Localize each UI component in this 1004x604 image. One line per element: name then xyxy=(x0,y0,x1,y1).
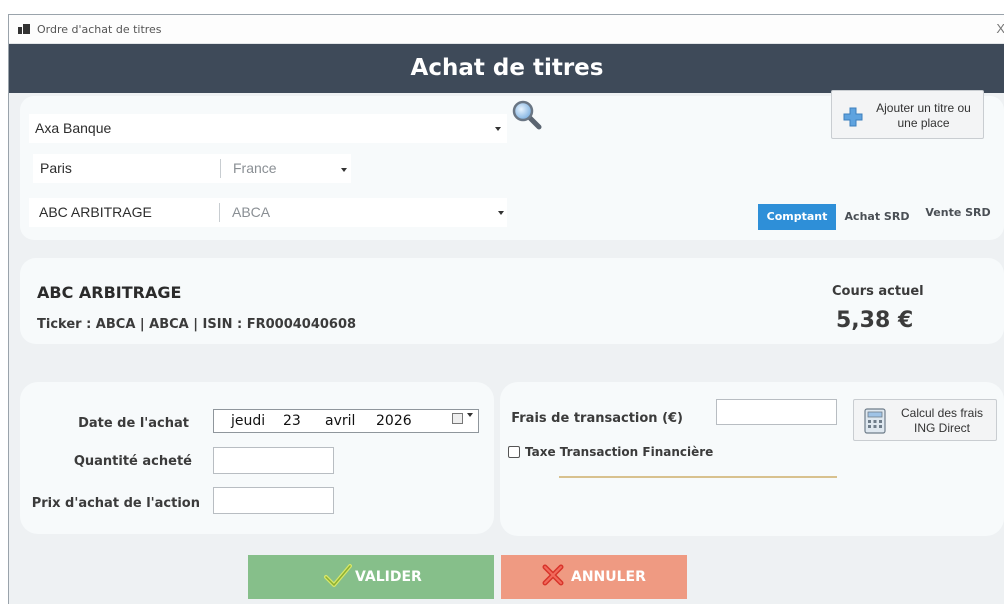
tab-achat-srd[interactable]: Achat SRD xyxy=(838,204,916,230)
plus-icon xyxy=(843,107,863,127)
current-price-label: Cours actuel xyxy=(832,284,924,299)
bank-select[interactable]: Axa Banque xyxy=(29,114,507,143)
stock-name: ABC ARBITRAGE xyxy=(37,283,182,302)
fees-input[interactable] xyxy=(716,399,837,425)
price-label: Prix d'achat de l'action xyxy=(31,496,200,511)
tax-checkbox-label: Taxe Transaction Financière xyxy=(525,445,714,459)
validate-label: VALIDER xyxy=(355,569,422,585)
calculator-icon xyxy=(864,408,886,434)
search-icon[interactable] xyxy=(512,100,542,130)
check-icon xyxy=(324,564,352,587)
tab-vente-srd[interactable]: Vente SRD xyxy=(918,200,998,226)
date-month: avril xyxy=(325,413,356,429)
window-title: Ordre d'achat de titres xyxy=(37,23,162,36)
cross-icon xyxy=(542,564,564,586)
quantity-label: Quantité acheté xyxy=(73,454,192,469)
chevron-down-icon xyxy=(498,211,504,215)
validate-button[interactable]: VALIDER xyxy=(248,555,494,599)
price-input[interactable] xyxy=(213,487,334,514)
calc-fees-label-line2: ING Direct xyxy=(913,421,970,435)
calc-fees-label: Calcul des frais ING Direct xyxy=(890,406,994,436)
fees-divider xyxy=(559,476,837,478)
tax-checkbox[interactable] xyxy=(508,446,520,458)
tab-comptant[interactable]: Comptant xyxy=(758,204,836,230)
add-security-button[interactable]: Ajouter un titre ou une place xyxy=(831,90,984,139)
security-code: ABCA xyxy=(232,204,271,220)
page-title: Achat de titres xyxy=(410,55,604,81)
fees-label: Frais de transaction (€) xyxy=(511,411,683,426)
chevron-down-icon xyxy=(495,127,501,131)
quantity-input[interactable] xyxy=(213,447,334,474)
field-separator xyxy=(219,203,220,222)
cancel-label: ANNULER xyxy=(571,569,646,585)
place-country: France xyxy=(233,160,277,176)
title-bar: Ordre d'achat de titres X xyxy=(9,15,1004,44)
date-weekday: jeudi xyxy=(231,413,266,429)
date-year: 2026 xyxy=(376,413,412,429)
add-security-label-line1: Ajouter un titre ou xyxy=(876,101,971,115)
place-select[interactable]: Paris France xyxy=(33,154,351,183)
calc-fees-label-line1: Calcul des frais xyxy=(900,406,984,420)
date-day: 23 xyxy=(283,413,301,429)
security-select[interactable]: ABC ARBITRAGE ABCA xyxy=(29,198,507,227)
place-city: Paris xyxy=(40,160,72,176)
add-security-label: Ajouter un titre ou une place xyxy=(866,101,981,131)
chevron-down-icon xyxy=(341,168,347,172)
current-price-value: 5,38 € xyxy=(836,308,914,333)
add-security-label-line2: une place xyxy=(897,116,950,130)
calc-fees-button[interactable]: Calcul des frais ING Direct xyxy=(853,399,997,441)
page-header: Achat de titres xyxy=(9,44,1004,93)
app-icon xyxy=(18,24,30,34)
date-label: Date de l'achat xyxy=(78,416,189,431)
purchase-date-picker[interactable]: jeudi 23 avril 2026 xyxy=(213,409,479,433)
chevron-down-icon xyxy=(467,413,473,417)
calendar-icon[interactable] xyxy=(452,413,463,424)
field-separator xyxy=(220,159,221,178)
close-icon[interactable]: X xyxy=(996,21,1004,36)
stock-identifiers: Ticker : ABCA | ABCA | ISIN : FR00040406… xyxy=(37,317,357,332)
cancel-button[interactable]: ANNULER xyxy=(501,555,687,599)
security-name: ABC ARBITRAGE xyxy=(39,204,152,220)
bank-select-value: Axa Banque xyxy=(35,120,112,136)
